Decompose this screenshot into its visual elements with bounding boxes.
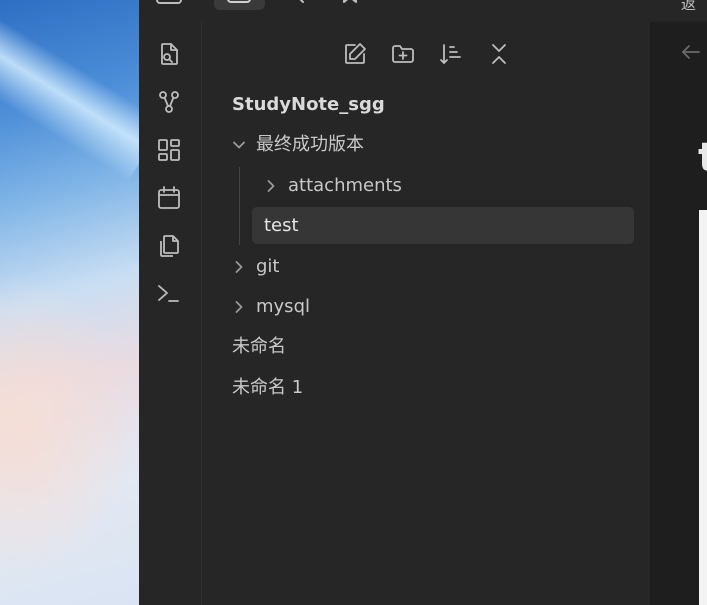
- vault-name[interactable]: StudyNote_sgg: [232, 94, 385, 115]
- daily-note-icon[interactable]: [156, 185, 182, 211]
- bookmarks-tab-icon[interactable]: [338, 0, 362, 6]
- tree-file-row-active[interactable]: test: [264, 208, 632, 244]
- templates-icon[interactable]: [156, 233, 182, 259]
- tree-folder-row[interactable]: 最终成功版本: [232, 127, 632, 163]
- files-tab-icon[interactable]: [226, 0, 251, 6]
- new-note-icon[interactable]: [342, 41, 368, 67]
- tree-item-label: mysql: [256, 296, 310, 317]
- tree-folder-row[interactable]: git: [232, 249, 632, 285]
- canvas-icon[interactable]: [156, 137, 182, 163]
- editor-title-fragment: t: [698, 135, 707, 181]
- chevron-right-icon: [232, 300, 246, 314]
- tree-item-label: 未命名: [232, 336, 286, 357]
- tree-file-row[interactable]: 未命名: [232, 329, 632, 365]
- sidebar-toggle-icon[interactable]: [156, 0, 182, 6]
- editor-content-preview: [699, 210, 707, 605]
- tree-item-label: 最终成功版本: [256, 134, 364, 155]
- indent-guide: [239, 167, 240, 245]
- tree-folder-row[interactable]: attachments: [264, 168, 632, 204]
- tree-file-row[interactable]: 未命名 1: [232, 370, 632, 406]
- chevron-down-icon: [232, 138, 246, 152]
- tree-item-label: git: [256, 256, 280, 277]
- desktop-wallpaper: [0, 0, 166, 605]
- graph-view-icon[interactable]: [156, 89, 182, 115]
- collapse-all-icon[interactable]: [486, 41, 512, 67]
- tree-item-label: test: [264, 215, 299, 236]
- tree-folder-row[interactable]: mysql: [232, 289, 632, 325]
- quick-switcher-icon[interactable]: [156, 41, 182, 67]
- back-arrow-icon[interactable]: [679, 40, 703, 64]
- tree-item-label: attachments: [288, 175, 402, 196]
- search-tab-icon[interactable]: [284, 0, 308, 6]
- chevron-right-icon: [264, 179, 278, 193]
- new-folder-icon[interactable]: [390, 41, 416, 67]
- tree-item-label: 未命名 1: [232, 377, 304, 398]
- sort-icon[interactable]: [438, 41, 464, 67]
- command-palette-icon[interactable]: [156, 281, 182, 307]
- chevron-right-icon: [232, 260, 246, 274]
- titlebar-text: 返: [681, 0, 697, 13]
